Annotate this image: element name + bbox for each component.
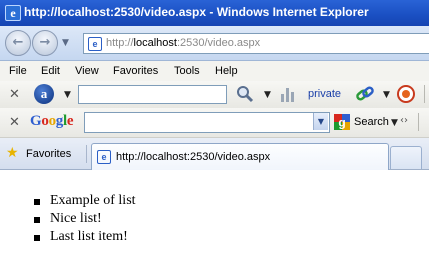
toolbar-separator <box>424 85 425 103</box>
page-icon: e <box>88 37 102 51</box>
list-item: Example of list <box>34 192 136 210</box>
google-search-button[interactable]: Search <box>354 116 389 128</box>
window-title: http://localhost:2530/video.aspx - Windo… <box>24 5 369 19</box>
forward-button[interactable]: → <box>32 30 58 56</box>
search-button-dropdown-icon[interactable]: ▼ <box>391 118 398 128</box>
google-logo-letter: o <box>48 113 57 129</box>
url-rest: :2530/video.aspx <box>176 37 261 49</box>
menu-edit[interactable]: Edit <box>41 65 60 77</box>
new-tab-button[interactable] <box>390 146 422 169</box>
bullet-list: Example of list Nice list! Last list ite… <box>34 192 136 246</box>
link-dropdown-icon[interactable]: ▼ <box>383 90 390 100</box>
private-link[interactable]: private <box>308 88 341 100</box>
title-bar: e http://localhost:2530/video.aspx - Win… <box>0 0 429 26</box>
address-url[interactable]: http://localhost:2530/video.aspx <box>106 37 260 49</box>
tab-label: http://localhost:2530/video.aspx <box>116 151 271 163</box>
google-logo-letter: G <box>30 113 42 129</box>
list-item: Nice list! <box>34 210 136 228</box>
menu-file[interactable]: File <box>9 65 27 77</box>
google-logo[interactable]: Google <box>30 113 74 130</box>
google-history-dropdown[interactable]: ▼ <box>313 113 328 130</box>
google-logo-letter: e <box>66 113 74 129</box>
bar-chart-icon[interactable] <box>280 86 296 102</box>
search-options-dropdown-icon[interactable]: ▼ <box>264 90 271 100</box>
svg-text:g: g <box>338 116 345 130</box>
menu-tools[interactable]: Tools <box>174 65 200 77</box>
google-toolbar: ✕ Google ▼ g Search ▼ ‹› <box>0 108 429 138</box>
tab-page-icon: e <box>97 150 111 164</box>
favorites-star-icon[interactable]: ★ <box>6 146 19 160</box>
google-search-input[interactable] <box>84 112 330 133</box>
tab-separator <box>86 145 87 163</box>
page-content: Example of list Nice list! Last list ite… <box>0 170 429 266</box>
ask-dropdown-icon[interactable]: ▼ <box>64 90 71 100</box>
navigation-bar: ← → ▼ e http://localhost:2530/video.aspx <box>0 26 429 61</box>
internet-explorer-icon: e <box>5 5 21 21</box>
chain-link-icon[interactable] <box>355 84 375 104</box>
toolbar-separator <box>418 113 419 131</box>
google-logo-letter: g <box>55 113 64 129</box>
stamp-icon[interactable] <box>396 84 416 104</box>
menu-favorites[interactable]: Favorites <box>113 65 158 77</box>
ask-search-input[interactable] <box>78 85 227 104</box>
list-item: Last list item! <box>34 228 136 246</box>
magnifier-icon[interactable] <box>236 85 254 103</box>
ask-toolbar: ✕ a ▼ ▼ private ▼ <box>0 81 429 109</box>
url-host: localhost <box>133 37 177 49</box>
favorites-button[interactable]: Favorites <box>26 148 71 160</box>
menu-view[interactable]: View <box>75 65 99 77</box>
recent-pages-dropdown[interactable]: ▼ <box>62 38 69 48</box>
close-google-toolbar-icon[interactable]: ✕ <box>9 115 20 130</box>
tab-bar: ★ Favorites e http://localhost:2530/vide… <box>0 138 429 170</box>
toolbar-overflow-chevron-icon[interactable]: ‹› <box>400 115 408 126</box>
menu-bar: File Edit View Favorites Tools Help <box>0 61 429 82</box>
back-button[interactable]: ← <box>5 30 31 56</box>
url-prefix: http:// <box>106 37 134 49</box>
ask-logo-icon[interactable]: a <box>34 84 54 104</box>
menu-help[interactable]: Help <box>215 65 238 77</box>
address-bar[interactable]: e http://localhost:2530/video.aspx <box>83 33 429 54</box>
tab-active[interactable]: e http://localhost:2530/video.aspx <box>91 143 389 170</box>
google-g-icon[interactable]: g <box>334 114 350 130</box>
close-toolbar-icon[interactable]: ✕ <box>9 87 20 102</box>
google-logo-letter: o <box>41 113 49 129</box>
